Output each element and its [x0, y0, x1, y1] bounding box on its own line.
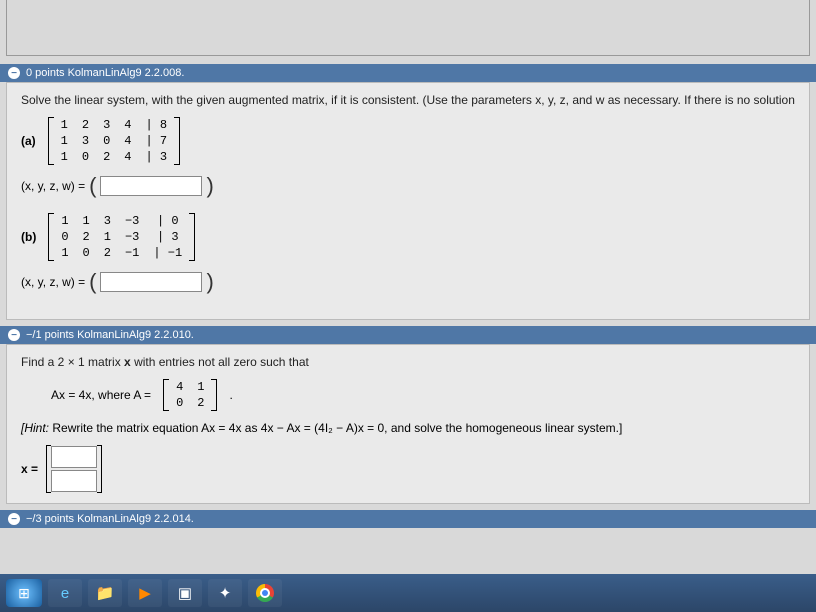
- question-2-panel: Solve the linear system, with the given …: [6, 82, 810, 320]
- x1-input[interactable]: [51, 446, 97, 468]
- answer-a: (x, y, z, w) = ( ): [21, 173, 795, 199]
- empty-top-region: [6, 0, 810, 56]
- paren-left-icon: (: [89, 269, 96, 295]
- answer-a-input[interactable]: [100, 176, 202, 196]
- part-a-label: (a): [21, 134, 36, 148]
- hint-rest: Rewrite the matrix equation Ax = 4x as 4…: [49, 421, 622, 435]
- equation-line: Ax = 4x, where A = 4102 .: [21, 379, 795, 411]
- x-vector-input: [46, 445, 102, 493]
- x2-input[interactable]: [51, 470, 97, 492]
- part-a: (a) 1234| 81304| 71024| 3: [21, 117, 795, 165]
- x-label: x =: [21, 462, 38, 476]
- prompt-bold: x: [124, 355, 131, 369]
- paren-right-icon: ): [206, 173, 213, 199]
- paren-right-icon: ): [206, 269, 213, 295]
- answer-a-label: (x, y, z, w) =: [21, 179, 85, 193]
- ie-icon[interactable]: e: [48, 579, 82, 607]
- answer-b: (x, y, z, w) = ( ): [21, 269, 795, 295]
- matrix-a: 1234| 81304| 71024| 3: [48, 117, 180, 165]
- eq-left: Ax = 4x, where A =: [51, 388, 151, 402]
- paren-left-icon: (: [89, 173, 96, 199]
- app-icon[interactable]: ▣: [168, 579, 202, 607]
- question-2-header: − 0 points KolmanLinAlg9 2.2.008.: [0, 64, 816, 82]
- app2-icon[interactable]: ✦: [208, 579, 242, 607]
- period: .: [229, 388, 232, 402]
- header-text: 0 points KolmanLinAlg9 2.2.008.: [26, 67, 184, 79]
- media-icon[interactable]: ▶: [128, 579, 162, 607]
- chrome-icon[interactable]: [248, 579, 282, 607]
- answer-b-input[interactable]: [100, 272, 202, 292]
- part-b: (b) 113−3| 0021−3| 3102−1| −1: [21, 213, 795, 261]
- answer-b-label: (x, y, z, w) =: [21, 275, 85, 289]
- question-2-prompt: Solve the linear system, with the given …: [21, 93, 795, 107]
- expand-icon[interactable]: −: [8, 513, 20, 525]
- header-text: −/1 points KolmanLinAlg9 2.2.010.: [26, 329, 194, 341]
- taskbar[interactable]: ⊞ e 📁 ▶ ▣ ✦: [0, 574, 816, 612]
- hint-open: [Hint:: [21, 421, 49, 435]
- prompt-suffix: with entries not all zero such that: [131, 355, 309, 369]
- start-button[interactable]: ⊞: [6, 579, 42, 607]
- hint-line: [Hint: Rewrite the matrix equation Ax = …: [21, 421, 795, 435]
- prompt-prefix: Find a 2 × 1 matrix: [21, 355, 124, 369]
- question-3-header: − −/1 points KolmanLinAlg9 2.2.010.: [0, 326, 816, 344]
- expand-icon[interactable]: −: [8, 67, 20, 79]
- part-b-label: (b): [21, 230, 36, 244]
- question-3-prompt: Find a 2 × 1 matrix x with entries not a…: [21, 355, 795, 369]
- explorer-icon[interactable]: 📁: [88, 579, 122, 607]
- expand-icon[interactable]: −: [8, 329, 20, 341]
- answer-x: x =: [21, 445, 795, 493]
- matrix-A2: 4102: [163, 379, 217, 411]
- header-text: −/3 points KolmanLinAlg9 2.2.014.: [26, 513, 194, 525]
- matrix-b: 113−3| 0021−3| 3102−1| −1: [48, 213, 195, 261]
- question-4-header: − −/3 points KolmanLinAlg9 2.2.014.: [0, 510, 816, 528]
- question-3-panel: Find a 2 × 1 matrix x with entries not a…: [6, 344, 810, 504]
